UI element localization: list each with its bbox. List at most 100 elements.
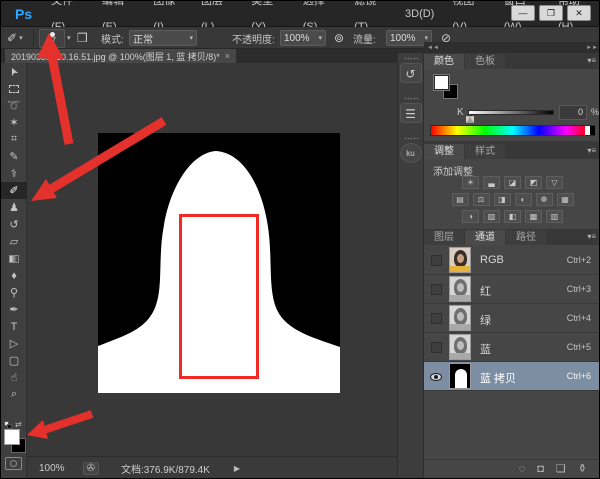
delete-channel-icon[interactable]: ⚱ [578,462,587,475]
visibility-toggle[interactable] [431,313,442,324]
channel-row-green[interactable]: 绿 Ctrl+4 [424,304,600,333]
channels-panel-tabs: 图层 通道 路径 ▾≡ [424,229,600,245]
tab-color[interactable]: 颜色 [424,54,464,69]
exposure-icon[interactable]: ◩ [525,176,542,189]
visibility-toggle[interactable] [431,284,442,295]
document-tab[interactable]: 20190331_10.16.51.jpg @ 100%(图层 1, 蓝 拷贝/… [5,49,236,63]
swap-colors-icon[interactable]: ⇄ [15,420,22,429]
load-selection-icon[interactable]: ◌ [519,463,526,475]
channel-thumbnail [449,363,471,389]
opacity-pressure-button[interactable]: ⊚ [334,27,344,49]
history-brush-icon: ↺ [9,218,18,231]
selective-color-icon[interactable]: ▥ [546,210,563,223]
foreground-color-well[interactable] [434,75,449,90]
magic-wand-tool[interactable]: ✶ [1,114,27,131]
tab-paths[interactable]: 路径 [506,230,546,245]
pen-tool[interactable]: ✒ [1,301,27,318]
tab-close-icon[interactable]: × [225,51,230,61]
status-expand-icon[interactable]: ▶ [234,464,240,473]
pressure-icon: ⊚ [334,31,344,45]
levels-icon[interactable]: ▃ [483,176,500,189]
marquee-tool[interactable] [1,80,27,97]
type-tool[interactable]: T [1,318,27,335]
adjustment-row-2: ▤ ⚖ ◨ ◐ ☸ ▦ [424,193,600,206]
tab-adjustments[interactable]: 调整 [424,144,464,159]
zoom-tool[interactable]: ⌕ [1,386,27,403]
visibility-eye-icon[interactable] [430,373,442,381]
brush-tip-preview[interactable]: 47 [39,29,65,48]
minimize-button[interactable]: — [511,5,535,21]
channel-row-red[interactable]: 红 Ctrl+3 [424,275,600,304]
channel-row-rgb[interactable]: RGB Ctrl+2 [424,246,600,275]
brush-tool[interactable]: ✐ [1,182,27,199]
brightness-contrast-icon[interactable]: ☀ [462,176,479,189]
shape-tool[interactable]: ▢ [1,352,27,369]
slider-thumb[interactable] [466,116,474,123]
history-brush-tool[interactable]: ↺ [1,216,27,233]
channel-row-blue[interactable]: 蓝 Ctrl+5 [424,333,600,362]
quick-mask-button[interactable] [5,457,22,470]
move-tool[interactable]: ➤ [1,63,27,80]
blur-tool[interactable]: ♦ [1,267,27,284]
collapse-panels-icon[interactable]: ◄◄ [427,45,439,51]
channel-mixer-icon[interactable]: ☸ [536,193,553,206]
crop-tool[interactable]: ⌗ [1,131,27,148]
k-value-field[interactable]: 0 [559,105,587,120]
blur-drop-icon: ♦ [11,270,17,282]
toggle-brush-panel-button[interactable]: ❒ [77,27,88,49]
opacity-select[interactable]: 100% ▾ [280,27,326,49]
posterize-icon[interactable]: ▨ [483,210,500,223]
color-lookup-icon[interactable]: ▦ [557,193,574,206]
tab-layers[interactable]: 图层 [424,230,464,245]
panel-menu-icon[interactable]: ▾≡ [587,232,596,241]
k-slider-row: K 0 % [424,105,600,121]
color-spectrum-ramp[interactable] [430,125,595,136]
black-white-icon[interactable]: ◨ [494,193,511,206]
history-panel-button[interactable]: ↺ [400,57,422,83]
mode-select[interactable]: 正常 ▾ [129,27,197,49]
curves-icon[interactable]: ◪ [504,176,521,189]
color-balance-icon[interactable]: ⚖ [473,193,490,206]
maximize-button[interactable]: ❐ [539,5,563,21]
clone-stamp-tool[interactable]: ♟ [1,199,27,216]
healing-brush-tool[interactable]: ⚕ [1,165,27,182]
channel-row-blue-copy[interactable]: 蓝 拷贝 Ctrl+6 [424,362,600,391]
zoom-level-field[interactable]: 100% [39,463,65,474]
menu-3d[interactable]: 3D(D) [396,1,443,27]
hand-tool[interactable]: ☝ [1,369,27,386]
type-icon: T [11,321,18,333]
foreground-color-swatch[interactable] [4,429,20,445]
photo-filter-icon[interactable]: ◐ [515,193,532,206]
vibrance-icon[interactable]: ▽ [546,176,563,189]
gradient-tool[interactable] [1,250,27,267]
gradient-map-icon[interactable]: ▩ [525,210,542,223]
expand-panels-icon[interactable]: ►► [586,45,598,51]
path-selection-tool[interactable]: ▷ [1,335,27,352]
tab-channels[interactable]: 通道 [465,230,505,245]
hue-saturation-icon[interactable]: ▤ [452,193,469,206]
caret-down-icon: ▾ [419,34,428,42]
properties-panel-button[interactable]: ☰ [400,97,422,123]
eyedropper-tool[interactable]: ✎ [1,148,27,165]
tab-styles[interactable]: 样式 [465,144,505,159]
visibility-toggle[interactable] [431,342,442,353]
black-swatch[interactable] [590,126,595,135]
k-slider[interactable] [468,110,554,115]
invert-icon[interactable]: ◑ [462,210,479,223]
tab-swatches[interactable]: 色板 [465,54,505,69]
brush-preset-picker[interactable]: 47 ▾ [39,27,71,49]
default-colors-icon[interactable] [4,421,12,429]
tool-preset-picker[interactable]: ✐ ▾ [7,27,23,49]
threshold-icon[interactable]: ◧ [504,210,521,223]
panel-menu-icon[interactable]: ▾≡ [587,146,596,155]
new-channel-icon[interactable]: ❏ [556,462,566,475]
dodge-tool[interactable]: ⚲ [1,284,27,301]
lasso-tool[interactable]: ➰ [1,97,27,114]
panel-menu-icon[interactable]: ▾≡ [587,56,596,65]
caret-down-icon: ▾ [19,34,23,42]
visibility-toggle[interactable] [431,255,442,266]
close-button[interactable]: ✕ [567,5,591,21]
save-selection-icon[interactable]: ◘ [537,463,544,475]
kuler-panel-button[interactable]: ku [400,137,422,163]
eraser-tool[interactable]: ▱ [1,233,27,250]
